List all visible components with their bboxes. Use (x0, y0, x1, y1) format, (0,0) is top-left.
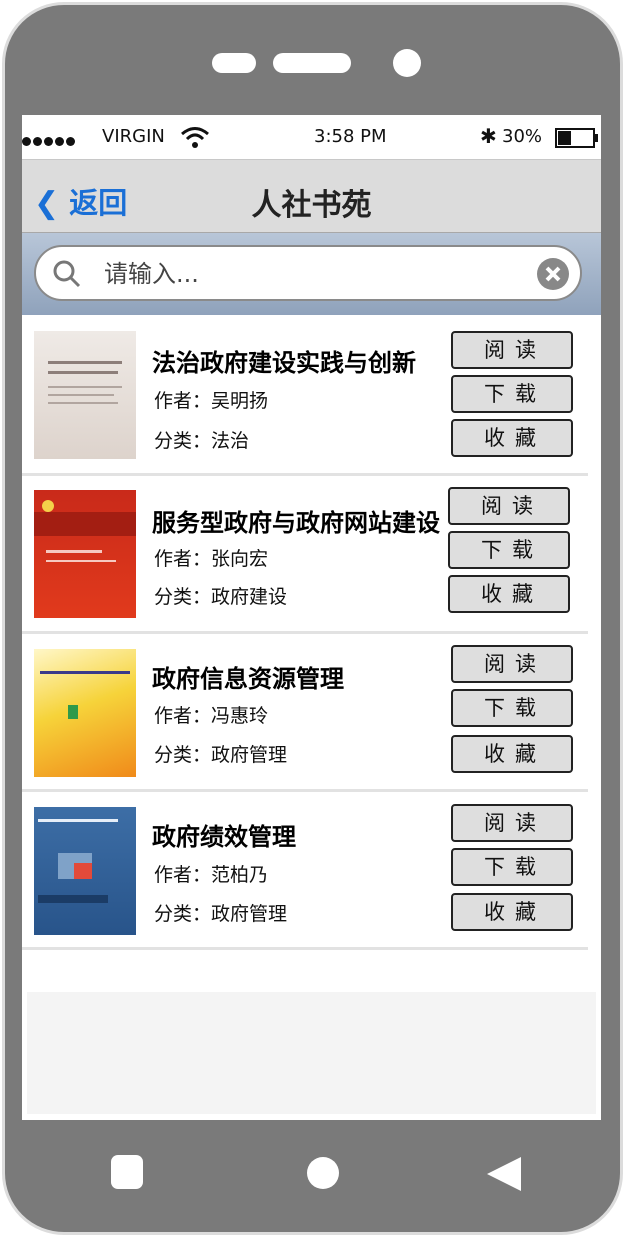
clock-label: 3:58 PM (314, 126, 387, 147)
download-button[interactable]: 下载 (451, 848, 573, 886)
square-button-icon[interactable] (111, 1155, 143, 1189)
book-title[interactable]: 服务型政府与政府网站建设 (152, 503, 440, 538)
wifi-icon (181, 127, 209, 148)
speaker-left (212, 53, 256, 73)
read-button[interactable]: 阅读 (448, 487, 570, 525)
book-item: 政府信息资源管理 作者：冯惠玲 分类：政府管理 阅读 下载 收藏 (22, 631, 588, 792)
book-item: 法治政府建设实践与创新 作者：吴明扬 分类：法治 阅读 下载 收藏 (22, 315, 588, 476)
read-button[interactable]: 阅读 (451, 804, 573, 842)
book-cover[interactable] (34, 331, 136, 459)
book-author: 作者：冯惠玲 (154, 705, 269, 727)
status-bar: VIRGIN 3:58 PM ✱ 30% (22, 115, 601, 159)
favorite-button[interactable]: 收藏 (451, 735, 573, 773)
book-item: 政府绩效管理 作者：范柏乃 分类：政府管理 阅读 下载 收藏 (22, 789, 588, 950)
search-box (34, 245, 582, 301)
search-icon (53, 260, 81, 288)
book-title[interactable]: 政府信息资源管理 (152, 659, 344, 694)
screen-bottom-area (22, 987, 601, 1119)
carrier-label: VIRGIN (102, 126, 165, 147)
book-author: 作者：范柏乃 (154, 864, 269, 886)
battery-label: 30% (502, 126, 543, 147)
search-bar (22, 233, 601, 315)
camera-icon (393, 49, 421, 77)
download-button[interactable]: 下载 (451, 375, 573, 413)
book-cover[interactable] (34, 490, 136, 618)
book-cover[interactable] (34, 649, 136, 777)
signal-icon (22, 130, 77, 151)
read-button[interactable]: 阅读 (451, 331, 573, 369)
book-title[interactable]: 法治政府建设实践与创新 (152, 343, 416, 378)
home-button-icon[interactable] (307, 1157, 339, 1189)
book-author: 作者：吴明扬 (154, 390, 269, 412)
read-button[interactable]: 阅读 (451, 645, 573, 683)
clear-icon[interactable] (536, 257, 570, 291)
book-cover[interactable] (34, 807, 136, 935)
book-author: 作者：张向宏 (154, 548, 269, 570)
download-button[interactable]: 下载 (451, 689, 573, 727)
book-title[interactable]: 政府绩效管理 (152, 817, 296, 852)
book-category: 分类：政府管理 (154, 744, 288, 766)
back-triangle-icon[interactable] (483, 1153, 525, 1195)
bluetooth-icon: ✱ (480, 124, 497, 148)
speaker-right (273, 53, 351, 73)
search-input[interactable] (102, 259, 526, 289)
book-item: 服务型政府与政府网站建设 作者：张向宏 分类：政府建设 阅读 下载 收藏 (22, 473, 588, 634)
screen: VIRGIN 3:58 PM ✱ 30% ❮ 返回 人社书苑 请输入... 法治… (22, 115, 601, 1120)
nav-bar: ❮ 返回 人社书苑 (22, 159, 601, 233)
book-category: 分类：政府建设 (154, 586, 288, 608)
page-title: 人社书苑 (251, 188, 372, 223)
favorite-button[interactable]: 收藏 (451, 419, 573, 457)
download-button[interactable]: 下载 (448, 531, 570, 569)
book-category: 分类：政府管理 (154, 903, 288, 925)
battery-icon (555, 128, 598, 148)
favorite-button[interactable]: 收藏 (448, 575, 570, 613)
favorite-button[interactable]: 收藏 (451, 893, 573, 931)
book-category: 分类：法治 (154, 430, 250, 452)
